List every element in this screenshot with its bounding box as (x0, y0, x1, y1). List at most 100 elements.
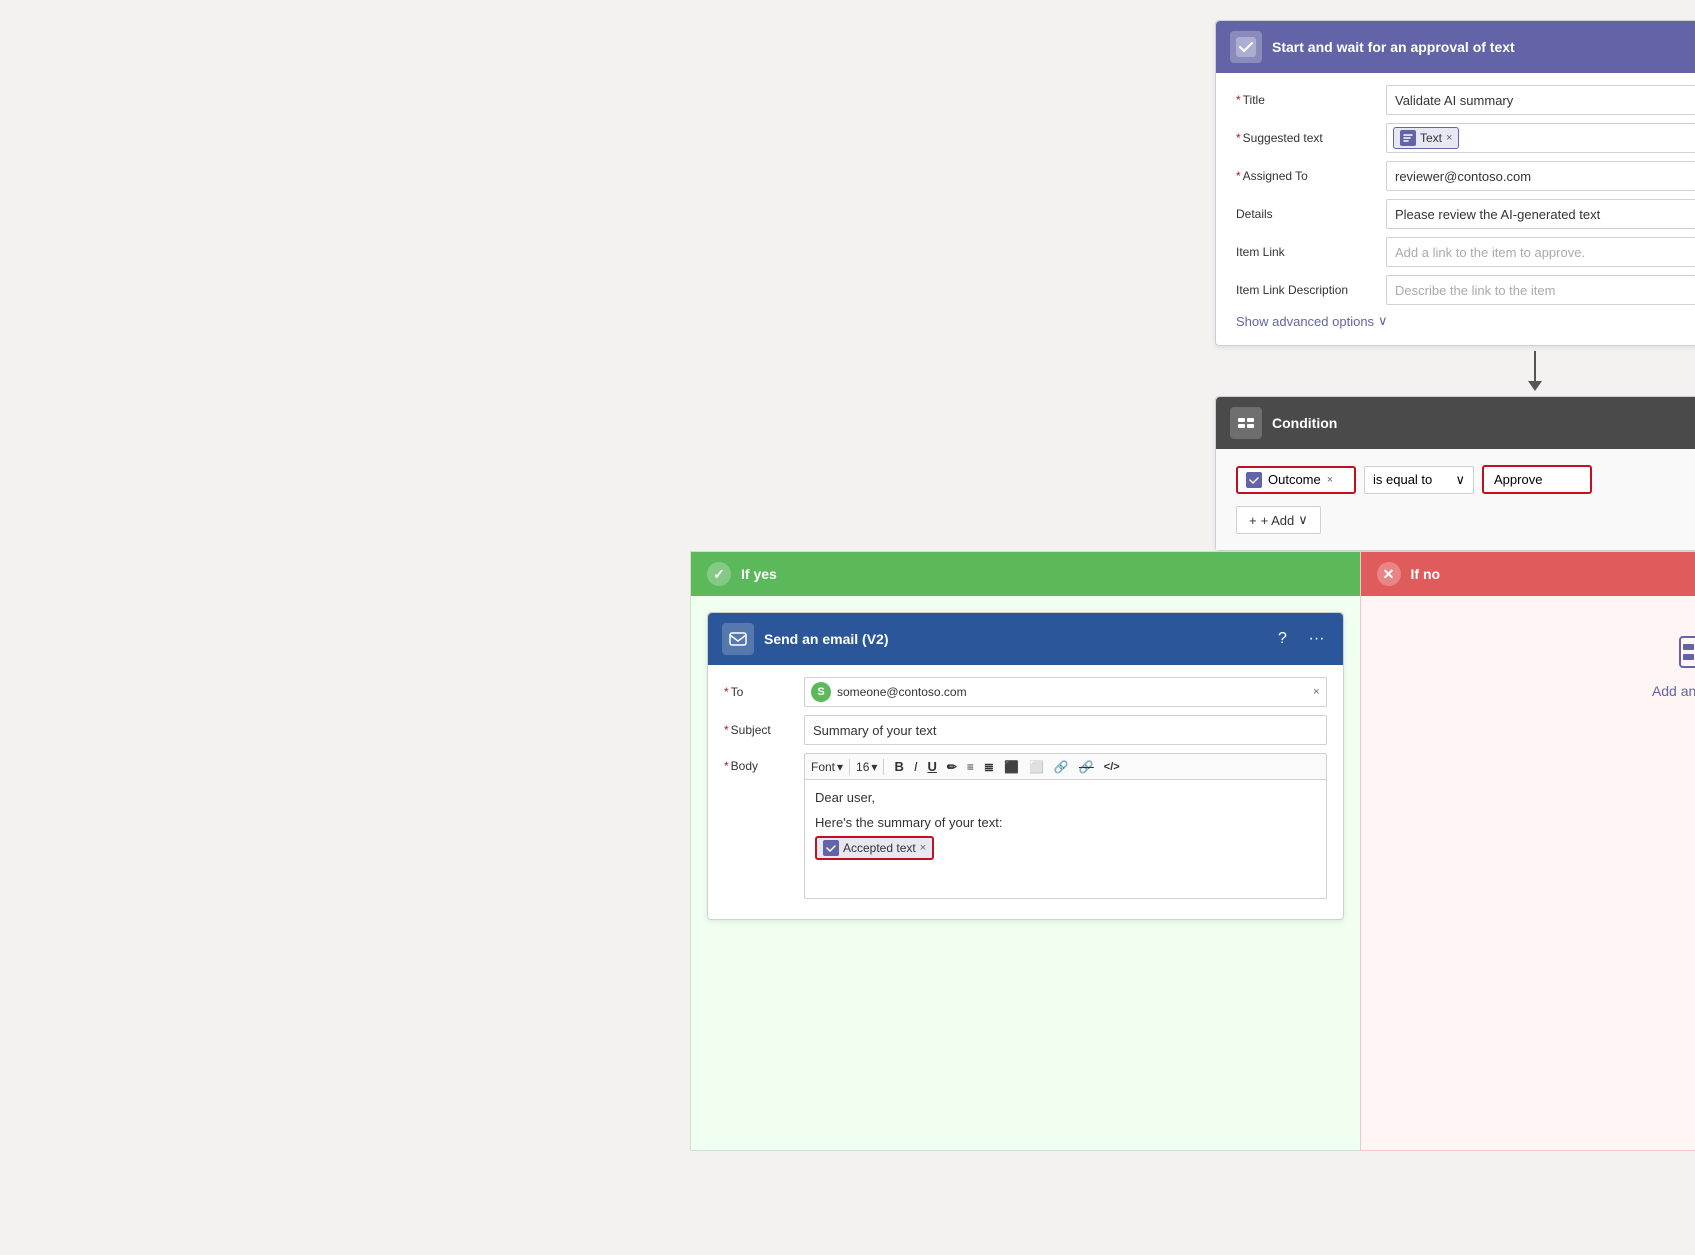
approve-value-box[interactable]: Approve (1482, 465, 1592, 494)
if-no-header: ✕ If no (1361, 552, 1695, 596)
body-spacer (815, 805, 1316, 815)
suggested-text-row: *Suggested text Text × (1236, 123, 1695, 153)
add-action-button[interactable]: Add an action (1652, 683, 1695, 699)
accepted-text-token-container: Accepted text × (815, 836, 1316, 860)
accepted-text-chip: Accepted text × (815, 836, 934, 860)
align-left-button[interactable]: ⬛ (1000, 758, 1023, 776)
approval-card-header: Start and wait for an approval of text ?… (1216, 21, 1695, 73)
item-link-label: Item Link (1236, 245, 1386, 259)
title-input[interactable] (1386, 85, 1695, 115)
outcome-chip[interactable]: Outcome × (1236, 466, 1356, 494)
toolbar-separator (849, 759, 850, 775)
add-action-container: Add an action (1361, 596, 1695, 739)
font-select[interactable]: Font ▾ (811, 760, 843, 774)
italic-button[interactable]: I (910, 757, 922, 776)
text-token-close[interactable]: × (1446, 132, 1452, 144)
to-email-text: someone@contoso.com (837, 685, 1307, 699)
unlink-button[interactable]: 🔗 (1075, 758, 1098, 776)
approval-title: Start and wait for an approval of text (1272, 39, 1695, 55)
link-button[interactable]: 🔗 (1050, 758, 1073, 776)
title-row: *Title (1236, 85, 1695, 115)
to-close-icon[interactable]: × (1313, 686, 1319, 698)
details-input[interactable] (1386, 199, 1695, 229)
if-yes-panel: ✓ If yes Send an email (V2) ? ··· (690, 551, 1360, 1151)
email-subject-row: *Subject (724, 715, 1327, 745)
condition-header-icon (1230, 407, 1262, 439)
item-link-desc-label: Item Link Description (1236, 283, 1386, 297)
text-token-label: Text (1420, 131, 1442, 145)
if-yes-header: ✓ If yes (691, 552, 1360, 596)
bullet-list-button[interactable]: ≡ (963, 758, 978, 776)
item-link-input[interactable] (1386, 237, 1695, 267)
item-link-row: Item Link (1236, 237, 1695, 267)
approval-card: Start and wait for an approval of text ?… (1215, 20, 1695, 346)
body-line1: Dear user, (815, 790, 1316, 805)
numbered-list-button[interactable]: ≣ (980, 758, 998, 776)
font-dropdown-icon: ▾ (837, 760, 843, 774)
add-action-icon (1679, 636, 1695, 675)
condition-card-header: Condition ··· (1216, 397, 1695, 449)
email-body-editor-container: Font ▾ 16 ▾ B I (804, 753, 1327, 899)
item-link-desc-input[interactable] (1386, 275, 1695, 305)
email-subject-input[interactable] (804, 715, 1327, 745)
email-header: Send an email (V2) ? ··· (708, 613, 1343, 665)
split-container: ✓ If yes Send an email (V2) ? ··· (690, 551, 1695, 1151)
text-token-chip: Text × (1393, 127, 1459, 149)
email-more-button[interactable]: ··· (1305, 627, 1329, 651)
accepted-text-close[interactable]: × (920, 842, 926, 854)
arrow-line (1534, 351, 1536, 381)
email-header-icon (722, 623, 754, 655)
align-right-button[interactable]: ⬜ (1025, 758, 1048, 776)
outcome-close[interactable]: × (1327, 474, 1333, 486)
details-label: Details (1236, 207, 1386, 221)
details-row: Details (1236, 199, 1695, 229)
outcome-chip-icon (1246, 472, 1262, 488)
add-condition-button[interactable]: + + Add ∨ (1236, 506, 1321, 534)
toolbar-separator-2 (883, 759, 884, 775)
condition-title: Condition (1272, 415, 1695, 431)
bold-button[interactable]: B (890, 757, 907, 776)
x-icon: ✕ (1377, 562, 1401, 586)
assigned-to-label: *Assigned To (1236, 169, 1386, 183)
email-to-label: *To (724, 685, 804, 699)
highlight-button[interactable]: ✏ (943, 758, 961, 776)
chevron-down-icon: ∨ (1378, 313, 1388, 329)
is-equal-select[interactable]: is equal to ∨ (1364, 466, 1474, 494)
approval-header-icon (1230, 31, 1262, 63)
if-no-label: If no (1411, 566, 1441, 582)
condition-row: Outcome × is equal to ∨ Approve (1236, 465, 1695, 494)
plus-icon: + (1249, 513, 1257, 528)
accepted-text-icon (823, 840, 839, 856)
underline-button[interactable]: U (923, 757, 940, 776)
email-body-content[interactable]: Dear user, Here's the summary of your te… (804, 779, 1327, 899)
outcome-label: Outcome (1268, 472, 1321, 487)
text-token-icon (1400, 130, 1416, 146)
body-line2: Here's the summary of your text: (815, 815, 1316, 830)
chevron-down-icon: ∨ (1455, 472, 1465, 488)
approval-card-body: *Title *Suggested text Text (1216, 73, 1695, 345)
suggested-text-token-input[interactable]: Text × (1386, 123, 1695, 153)
accepted-text-label: Accepted text (843, 841, 916, 855)
assigned-to-input[interactable] (1386, 161, 1695, 191)
email-body-row: *Body Font ▾ 16 (724, 753, 1327, 899)
connector-arrow (1215, 346, 1695, 396)
assigned-to-row: *Assigned To (1236, 161, 1695, 191)
suggested-text-label: *Suggested text (1236, 131, 1386, 145)
email-to-field[interactable]: S someone@contoso.com × (804, 677, 1327, 707)
html-button[interactable]: </> (1100, 759, 1124, 775)
if-no-panel: ✕ If no Add an action (1360, 551, 1695, 1151)
check-icon: ✓ (707, 562, 731, 586)
chevron-down-icon: ∨ (1298, 512, 1308, 528)
email-help-button[interactable]: ? (1271, 627, 1295, 651)
arrow-head (1528, 381, 1542, 391)
show-advanced-button[interactable]: Show advanced options ∨ (1236, 313, 1695, 329)
item-link-desc-row: Item Link Description (1236, 275, 1695, 305)
condition-body: Outcome × is equal to ∨ Approve + + Add … (1216, 449, 1695, 550)
title-label: *Title (1236, 93, 1386, 107)
email-subject-label: *Subject (724, 723, 804, 737)
email-body: *To S someone@contoso.com × *Subject (708, 665, 1343, 919)
size-dropdown-icon: ▾ (871, 760, 877, 774)
font-size-select[interactable]: 16 ▾ (856, 760, 877, 774)
to-avatar: S (811, 682, 831, 702)
email-body-label: *Body (724, 753, 804, 773)
